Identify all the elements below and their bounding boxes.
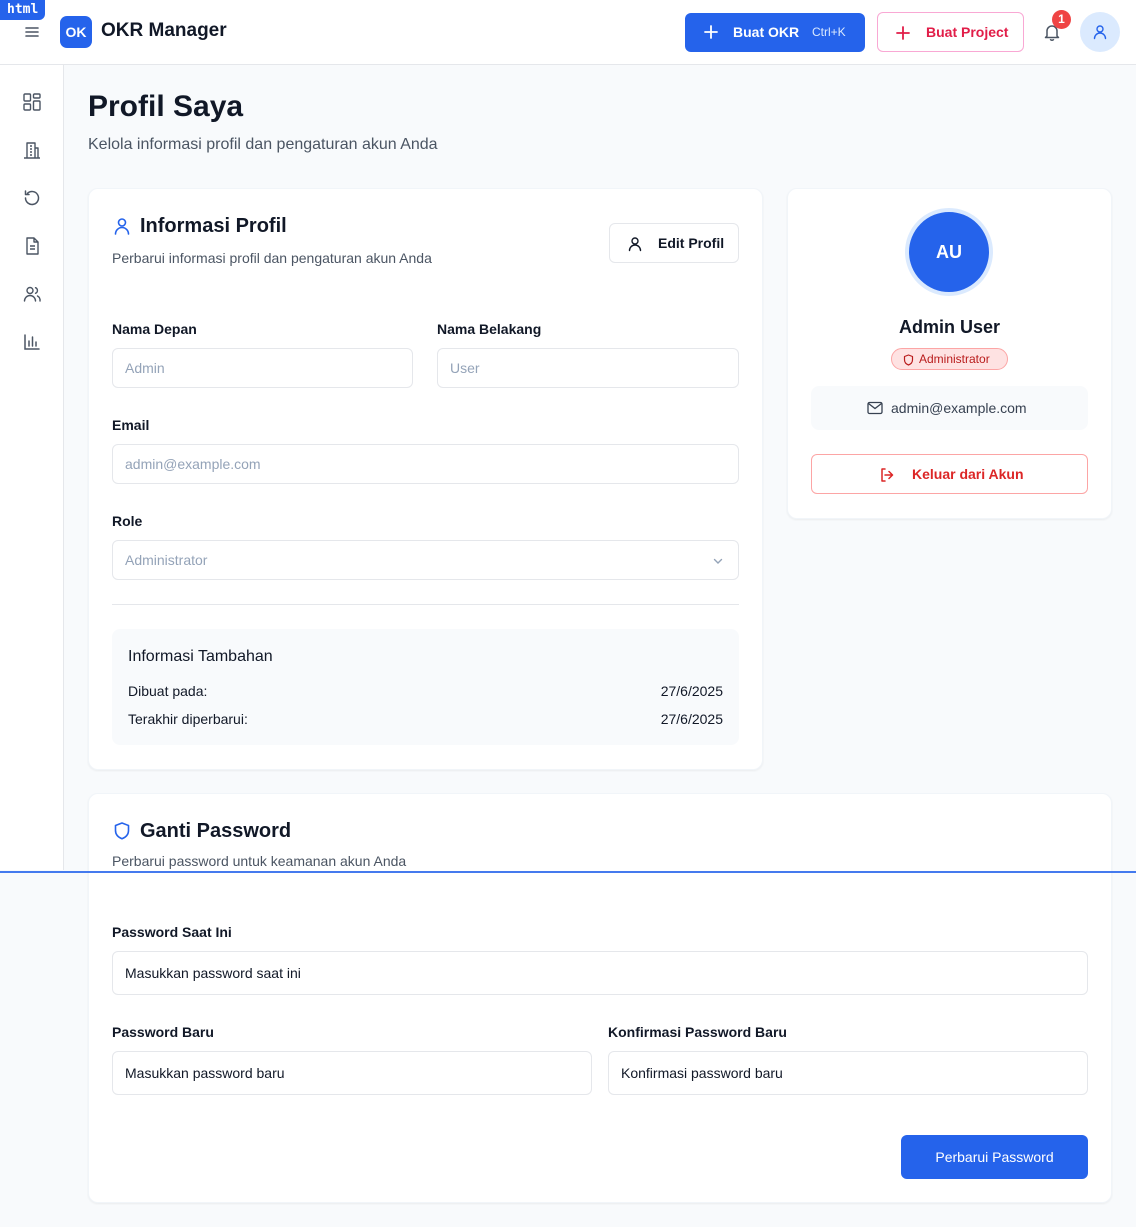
mail-icon bbox=[867, 401, 883, 415]
email-display-text: admin@example.com bbox=[891, 400, 1027, 416]
user-icon bbox=[114, 218, 130, 235]
history-icon[interactable] bbox=[22, 188, 42, 208]
updated-value: 27/6/2025 bbox=[660, 711, 723, 727]
shield-icon bbox=[114, 822, 130, 840]
change-password-title: Ganti Password bbox=[140, 820, 292, 842]
app-logo: OK bbox=[60, 16, 92, 48]
logout-label: Keluar dari Akun bbox=[912, 466, 1024, 482]
current-password-field[interactable]: Masukkan password saat ini bbox=[112, 951, 1088, 995]
logout-icon bbox=[881, 468, 894, 482]
user-icon bbox=[1093, 25, 1107, 40]
additional-info-title: Informasi Tambahan bbox=[128, 648, 273, 665]
first-name-field[interactable]: Admin bbox=[112, 348, 413, 388]
created-row: Dibuat pada: 27/6/2025 bbox=[128, 683, 723, 699]
user-icon bbox=[628, 237, 642, 252]
confirm-password-field[interactable]: Konfirmasi password baru bbox=[608, 1051, 1088, 1095]
plus-icon bbox=[704, 25, 718, 39]
user-avatar[interactable] bbox=[1080, 12, 1120, 52]
updated-label: Terakhir diperbarui: bbox=[128, 711, 248, 727]
edit-profile-label: Edit Profil bbox=[658, 235, 725, 251]
email-label: Email bbox=[112, 417, 150, 433]
divider bbox=[112, 604, 739, 605]
plus-icon bbox=[896, 26, 910, 40]
role-select[interactable]: Administrator bbox=[112, 540, 739, 580]
menu-icon[interactable] bbox=[22, 22, 42, 42]
profile-name: Admin User bbox=[898, 317, 1001, 337]
notification-badge: 1 bbox=[1052, 10, 1071, 29]
email-field[interactable]: admin@example.com bbox=[112, 444, 739, 484]
logout-button[interactable]: Keluar dari Akun bbox=[811, 454, 1088, 494]
profile-info-subtitle: Perbarui informasi profil dan pengaturan… bbox=[112, 250, 432, 266]
shield-icon bbox=[903, 354, 914, 366]
profile-avatar: AU bbox=[905, 208, 993, 296]
current-password-label: Password Saat Ini bbox=[112, 924, 232, 940]
app-title: OKR Manager bbox=[101, 20, 227, 41]
last-name-field[interactable]: User bbox=[437, 348, 739, 388]
created-value: 27/6/2025 bbox=[660, 683, 723, 699]
change-password-subtitle: Perbarui password untuk keamanan akun An… bbox=[112, 853, 407, 869]
profile-info-title: Informasi Profil bbox=[140, 215, 287, 237]
users-icon[interactable] bbox=[22, 284, 42, 304]
sidebar bbox=[0, 65, 64, 870]
email-display: admin@example.com bbox=[811, 386, 1088, 430]
edit-profile-button[interactable]: Edit Profil bbox=[609, 223, 739, 263]
keyboard-shortcut: Ctrl+K bbox=[812, 25, 846, 39]
new-password-field[interactable]: Masukkan password baru bbox=[112, 1051, 592, 1095]
confirm-password-label: Konfirmasi Password Baru bbox=[608, 1024, 787, 1040]
created-label: Dibuat pada: bbox=[128, 683, 208, 699]
last-name-label: Nama Belakang bbox=[437, 321, 542, 337]
html-tag: html bbox=[0, 0, 46, 20]
top-bar: OK OKR Manager Buat OKR Ctrl+K Buat Proj… bbox=[0, 0, 1136, 65]
building-icon[interactable] bbox=[22, 140, 42, 160]
create-okr-button[interactable]: Buat OKR Ctrl+K bbox=[685, 13, 865, 52]
viewport-separator bbox=[0, 871, 1136, 873]
chevron-down-icon bbox=[713, 558, 723, 564]
create-okr-label: Buat OKR bbox=[733, 24, 800, 40]
document-icon[interactable] bbox=[22, 236, 42, 256]
bar-chart-icon[interactable] bbox=[22, 332, 42, 352]
dashboard-icon[interactable] bbox=[22, 92, 42, 112]
role-badge-label: Administrator bbox=[919, 352, 990, 366]
create-project-label: Buat Project bbox=[926, 24, 1009, 40]
updated-row: Terakhir diperbarui: 27/6/2025 bbox=[128, 711, 723, 727]
update-password-button[interactable]: Perbarui Password bbox=[901, 1135, 1088, 1179]
additional-info-box: Informasi Tambahan Dibuat pada: 27/6/202… bbox=[112, 629, 739, 745]
page-title: Profil Saya bbox=[88, 90, 244, 123]
page-subtitle: Kelola informasi profil dan pengaturan a… bbox=[88, 136, 438, 153]
role-label: Role bbox=[112, 513, 143, 529]
first-name-label: Nama Depan bbox=[112, 321, 197, 337]
role-select-value: Administrator bbox=[125, 552, 208, 568]
role-badge: Administrator bbox=[891, 348, 1008, 370]
create-project-button[interactable]: Buat Project bbox=[877, 12, 1024, 52]
new-password-label: Password Baru bbox=[112, 1024, 214, 1040]
